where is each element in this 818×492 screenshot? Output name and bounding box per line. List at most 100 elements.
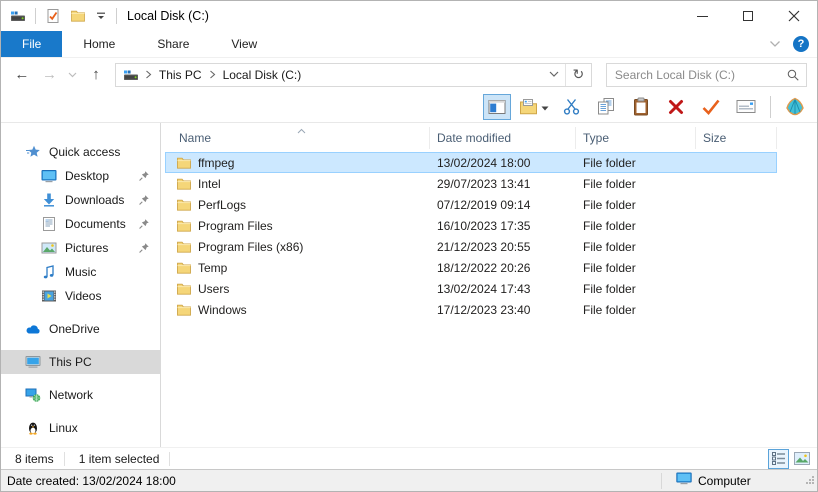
breadcrumb-chevron-icon[interactable]: [144, 70, 153, 79]
sidebar-item-label: Desktop: [65, 169, 110, 183]
address-history-chevron-icon[interactable]: [543, 64, 565, 86]
sidebar-item-documents[interactable]: Documents: [1, 212, 160, 236]
sidebar-item-network[interactable]: Network: [1, 383, 160, 407]
sidebar-item-pictures[interactable]: Pictures: [1, 236, 160, 260]
file-list-pane: Name Date modified Type Size ffmpeg 13/02…: [161, 123, 817, 447]
column-header-type[interactable]: Type: [576, 126, 696, 149]
properties-check-icon[interactable]: [45, 8, 61, 24]
select-button[interactable]: [697, 94, 725, 120]
forward-button[interactable]: →: [39, 64, 61, 86]
window-title: Local Disk (C:): [127, 9, 209, 23]
folder-icon: [176, 155, 192, 171]
column-header-name[interactable]: Name: [161, 126, 430, 149]
folder-icon: [176, 302, 192, 318]
breadcrumb-chevron-icon[interactable]: [208, 70, 217, 79]
rename-button[interactable]: [732, 94, 760, 120]
file-name: Program Files (x86): [198, 239, 304, 254]
breadcrumb-this-pc[interactable]: This PC: [153, 64, 208, 86]
file-row-program-files-x86-[interactable]: Program Files (x86) 21/12/2023 20:55 File …: [165, 236, 777, 257]
tab-view[interactable]: View: [210, 31, 278, 57]
qat-separator: [116, 8, 117, 24]
sidebar-item-this-pc[interactable]: This PC: [1, 350, 160, 374]
file-date-modified: 13/02/2024 18:00: [437, 155, 531, 170]
folder-icon: [176, 197, 192, 213]
back-button[interactable]: ←: [11, 64, 33, 86]
sidebar-item-linux[interactable]: Linux: [1, 416, 160, 440]
navigation-pane-toggle-button[interactable]: [483, 93, 511, 120]
recent-locations-chevron-icon[interactable]: [66, 64, 79, 86]
new-folder-icon[interactable]: [70, 8, 86, 24]
pin-icon: [138, 194, 150, 206]
pin-icon: [138, 218, 150, 230]
network-icon: [25, 387, 41, 403]
tab-home[interactable]: Home: [62, 31, 136, 57]
minimize-button[interactable]: [679, 1, 725, 31]
sidebar-item-desktop[interactable]: Desktop: [1, 164, 160, 188]
file-row-intel[interactable]: Intel 29/07/2023 13:41 File folder: [165, 173, 777, 194]
tab-file[interactable]: File: [1, 31, 63, 57]
drive-icon[interactable]: [10, 8, 26, 24]
close-button[interactable]: [771, 1, 817, 31]
maximize-button[interactable]: [725, 1, 771, 31]
shell-button[interactable]: [781, 94, 809, 120]
collapse-ribbon-chevron-icon[interactable]: [769, 37, 781, 51]
folder-options-button[interactable]: [518, 94, 550, 120]
computer-icon: [676, 472, 692, 489]
paste-button[interactable]: [627, 94, 655, 120]
file-row-windows[interactable]: Windows 17/12/2023 23:40 File folder: [165, 299, 777, 320]
qat-customize-caret-icon[interactable]: [95, 10, 107, 22]
file-row-ffmpeg[interactable]: ffmpeg 13/02/2024 18:00 File folder: [165, 152, 777, 173]
search-box: [605, 62, 808, 87]
large-icons-view-button[interactable]: [791, 449, 812, 469]
help-button[interactable]: ?: [793, 36, 809, 52]
delete-icon: [666, 97, 686, 117]
sidebar-item-onedrive[interactable]: OneDrive: [1, 317, 160, 341]
paste-icon: [631, 97, 651, 117]
file-date-modified: 07/12/2019 09:14: [437, 197, 531, 212]
navigation-bar: ← → ↑ This PC Local Disk (C:) ↻: [1, 58, 817, 91]
details-view-button[interactable]: [768, 448, 789, 469]
desktop-icon: [41, 168, 57, 184]
column-header-size[interactable]: Size: [696, 126, 777, 149]
quick-access-toolbar: [10, 8, 117, 24]
folder-options-icon: [519, 97, 539, 117]
rename-icon: [736, 97, 756, 117]
address-bar[interactable]: This PC Local Disk (C:) ↻: [114, 62, 592, 87]
file-name: ffmpeg: [198, 155, 235, 170]
delete-button[interactable]: [662, 94, 690, 120]
file-name: Program Files: [198, 218, 273, 233]
sidebar-item-label: This PC: [49, 355, 92, 369]
folder-icon: [176, 260, 192, 276]
refresh-button[interactable]: ↻: [564, 63, 591, 86]
file-date-modified: 29/07/2023 13:41: [437, 176, 531, 191]
minimize-icon: [696, 15, 708, 17]
sidebar-item-videos[interactable]: Videos: [1, 284, 160, 308]
sidebar-item-label: Downloads: [65, 193, 125, 207]
maximize-icon: [743, 11, 753, 21]
tab-share[interactable]: Share: [136, 31, 210, 57]
file-row-program-files[interactable]: Program Files 16/10/2023 17:35 File folder: [165, 215, 777, 236]
column-header-date-modified[interactable]: Date modified: [430, 126, 576, 149]
linux-icon: [25, 420, 41, 436]
search-icon[interactable]: [780, 64, 806, 86]
sidebar-item-music[interactable]: Music: [1, 260, 160, 284]
nav-pane-icon: [487, 97, 507, 117]
toolbar-separator: [770, 95, 771, 118]
resize-grip[interactable]: [804, 474, 815, 488]
file-row-temp[interactable]: Temp 18/12/2022 20:26 File folder: [165, 257, 777, 278]
breadcrumb-local-disk[interactable]: Local Disk (C:): [217, 64, 308, 86]
secondary-status-bar: Date created: 13/02/2024 18:00 Computer: [1, 469, 817, 491]
qat-separator: [35, 8, 36, 24]
copy-button[interactable]: [592, 94, 620, 120]
cut-button[interactable]: [557, 94, 585, 120]
file-row-users[interactable]: Users 13/02/2024 17:43 File folder: [165, 278, 777, 299]
search-input[interactable]: [606, 67, 781, 82]
folder-icon: [176, 218, 192, 234]
file-row-perflogs[interactable]: PerfLogs 07/12/2019 09:14 File folder: [165, 194, 777, 215]
file-type: File folder: [583, 176, 636, 191]
sidebar-item-downloads[interactable]: Downloads: [1, 188, 160, 212]
downloads-icon: [41, 192, 57, 208]
up-button[interactable]: ↑: [85, 64, 107, 86]
sidebar-item-quick-access[interactable]: Quick access: [1, 140, 160, 164]
address-drive-icon[interactable]: [116, 67, 144, 83]
